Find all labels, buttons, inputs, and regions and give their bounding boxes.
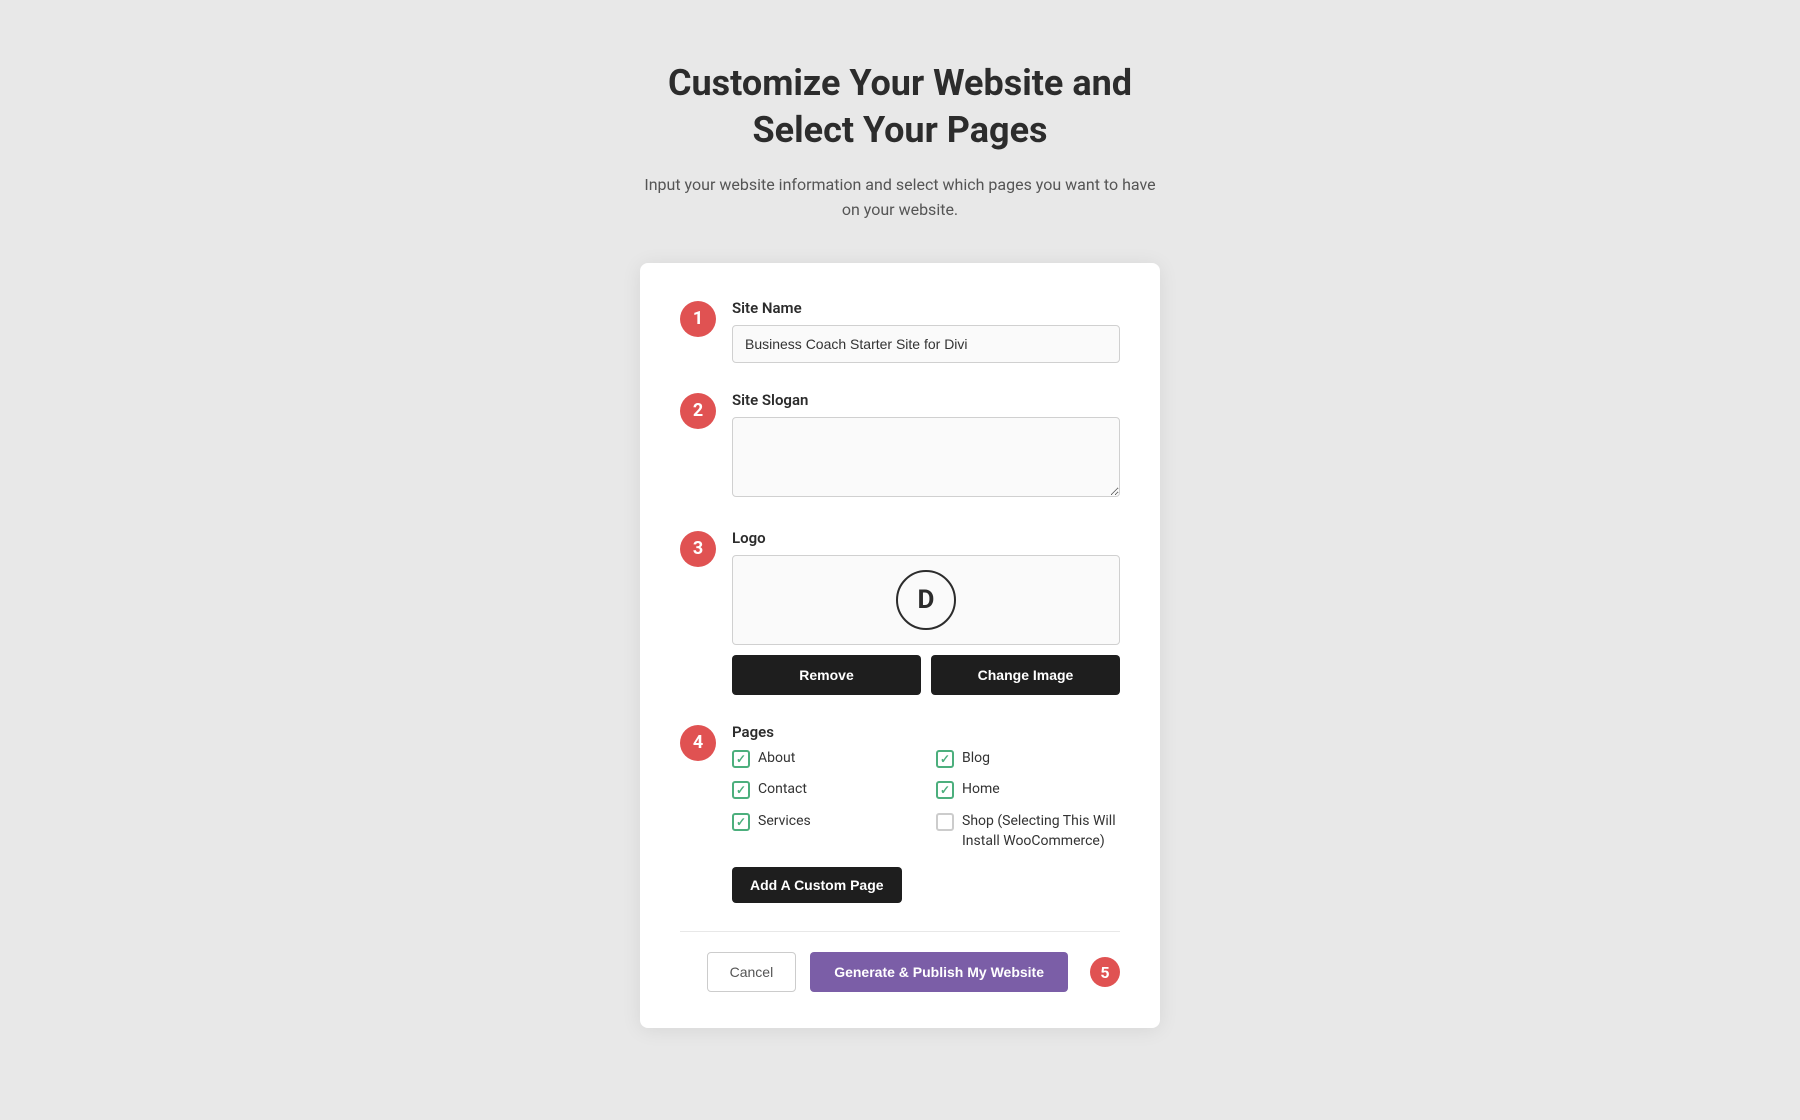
step2-label: Site Slogan [732, 391, 1120, 409]
remove-logo-button[interactable]: Remove [732, 655, 921, 695]
form-card: 1 Site Name 2 Site Slogan 3 Logo D [640, 263, 1160, 1028]
checkbox-contact[interactable] [732, 781, 750, 799]
site-name-input[interactable] [732, 325, 1120, 363]
step1-badge: 1 [680, 301, 716, 337]
cancel-button[interactable]: Cancel [707, 952, 797, 992]
page-item-home: Home [936, 780, 1120, 800]
step2-badge: 2 [680, 393, 716, 429]
step2-content: Site Slogan [732, 391, 1120, 501]
page-item-services: Services [732, 812, 916, 851]
page-item-blog: Blog [936, 749, 1120, 769]
logo-letter: D [918, 585, 935, 615]
site-slogan-input[interactable] [732, 417, 1120, 497]
checkbox-shop[interactable] [936, 813, 954, 831]
footer-actions: Cancel Generate & Publish My Website 5 [680, 952, 1120, 992]
step3-badge: 3 [680, 531, 716, 567]
step3-row: 3 Logo D Remove Change Image [680, 529, 1120, 695]
step4-content: Pages About Blog Contact [732, 723, 1120, 903]
step4-row: 4 Pages About Blog [680, 723, 1120, 903]
pages-grid: About Blog Contact Home [732, 749, 1120, 851]
step2-row: 2 Site Slogan [680, 391, 1120, 501]
page-label-services: Services [758, 812, 811, 832]
page-label-shop: Shop (Selecting This Will Install WooCom… [962, 812, 1120, 851]
page-subtitle: Input your website information and selec… [640, 172, 1160, 223]
step3-content: Logo D Remove Change Image [732, 529, 1120, 695]
step1-content: Site Name [732, 299, 1120, 363]
add-custom-page-button[interactable]: Add A Custom Page [732, 867, 902, 903]
page-label-contact: Contact [758, 780, 807, 800]
page-title: Customize Your Website and Select Your P… [668, 60, 1132, 154]
step1-label: Site Name [732, 299, 1120, 317]
page-label-about: About [758, 749, 795, 769]
page-item-about: About [732, 749, 916, 769]
step1-row: 1 Site Name [680, 299, 1120, 363]
step3-label: Logo [732, 529, 1120, 547]
page-item-shop: Shop (Selecting This Will Install WooCom… [936, 812, 1120, 851]
logo-button-row: Remove Change Image [732, 655, 1120, 695]
checkbox-home[interactable] [936, 781, 954, 799]
step4-label: Pages [732, 723, 1120, 741]
step5-badge: 5 [1090, 957, 1120, 987]
change-image-button[interactable]: Change Image [931, 655, 1120, 695]
checkbox-services[interactable] [732, 813, 750, 831]
page-item-contact: Contact [732, 780, 916, 800]
footer-divider [680, 931, 1120, 932]
logo-preview-area: D [732, 555, 1120, 645]
publish-button[interactable]: Generate & Publish My Website [810, 952, 1068, 992]
checkbox-about[interactable] [732, 750, 750, 768]
step4-badge: 4 [680, 725, 716, 761]
logo-circle: D [896, 570, 956, 630]
checkbox-blog[interactable] [936, 750, 954, 768]
page-wrapper: Customize Your Website and Select Your P… [20, 60, 1780, 1028]
page-label-blog: Blog [962, 749, 990, 769]
page-label-home: Home [962, 780, 1000, 800]
